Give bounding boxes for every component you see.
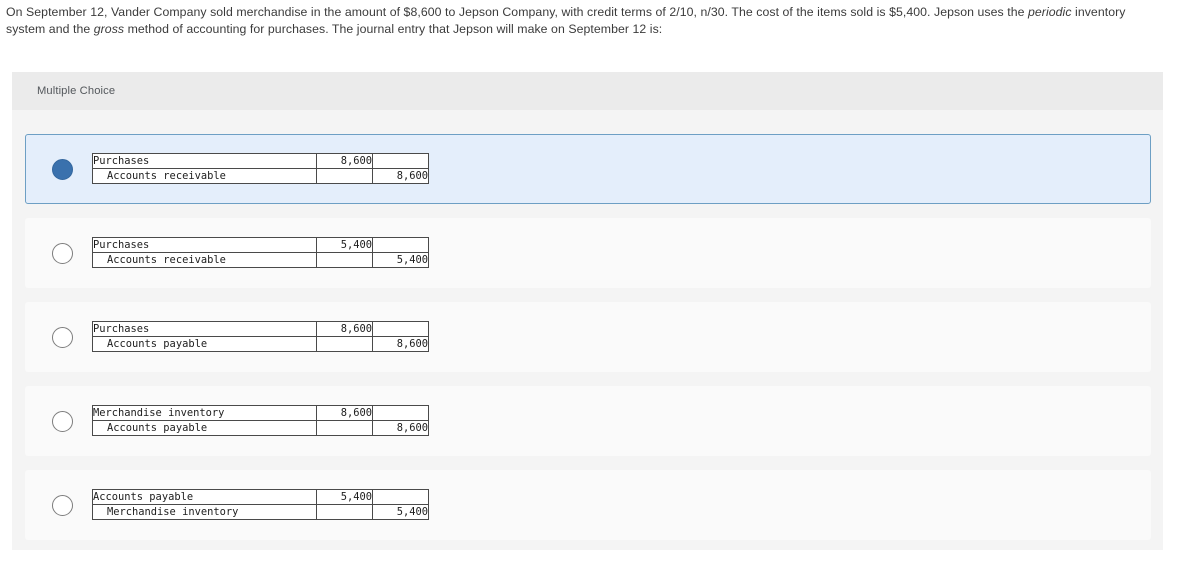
page-root: On September 12, Vander Company sold mer… bbox=[0, 0, 1200, 576]
journal-entry-table: Merchandise inventory 8,600 Accounts payab… bbox=[92, 405, 429, 436]
journal-entry-table: Accounts payable 5,400 Merchandise invento… bbox=[92, 489, 429, 520]
account-name-cell: Purchases bbox=[92, 237, 317, 253]
credit-amount-cell bbox=[372, 405, 429, 421]
answer-option[interactable]: Purchases 8,600 Accounts receivable 8,600 bbox=[25, 134, 1151, 204]
debit-amount-cell: 8,600 bbox=[316, 153, 373, 169]
debit-amount-cell bbox=[316, 504, 373, 520]
credit-amount-cell: 8,600 bbox=[372, 336, 429, 352]
debit-amount-cell: 5,400 bbox=[316, 237, 373, 253]
account-name-cell: Accounts payable bbox=[92, 420, 317, 436]
journal-entry-table: Purchases 8,600 Accounts payable 8,600 bbox=[92, 321, 429, 352]
journal-entry-row: Accounts payable 8,600 bbox=[92, 420, 429, 436]
answer-panel: Multiple Choice Purchases 8,600 Accounts r… bbox=[12, 72, 1163, 550]
account-name-cell: Accounts receivable bbox=[92, 252, 317, 268]
question-stem: On September 12, Vander Company sold mer… bbox=[6, 4, 1166, 37]
question-text-run: method of accounting for purchases. The … bbox=[124, 21, 663, 36]
credit-amount-cell bbox=[372, 321, 429, 337]
answer-options-list: Purchases 8,600 Accounts receivable 8,600 Pu… bbox=[25, 134, 1151, 554]
radio-button[interactable] bbox=[52, 326, 73, 348]
radio-button[interactable] bbox=[52, 242, 73, 264]
answer-option[interactable]: Purchases 8,600 Accounts payable 8,600 bbox=[25, 302, 1151, 372]
journal-entry-table: Purchases 8,600 Accounts receivable 8,600 bbox=[92, 153, 429, 184]
answer-option[interactable]: Purchases 5,400 Accounts receivable 5,400 bbox=[25, 218, 1151, 288]
answer-option[interactable]: Accounts payable 5,400 Merchandise invento… bbox=[25, 470, 1151, 540]
debit-amount-cell bbox=[316, 168, 373, 184]
account-name-cell: Merchandise inventory bbox=[92, 405, 317, 421]
question-emphasis: periodic bbox=[1027, 5, 1072, 19]
credit-amount-cell: 5,400 bbox=[372, 252, 429, 268]
journal-entry-row: Accounts receivable 8,600 bbox=[92, 168, 429, 184]
journal-entry-row: Merchandise inventory 5,400 bbox=[92, 504, 429, 520]
journal-entry-row: Merchandise inventory 8,600 bbox=[92, 405, 429, 421]
journal-entry-row: Accounts receivable 5,400 bbox=[92, 252, 429, 268]
account-name-cell: Merchandise inventory bbox=[92, 504, 317, 520]
credit-amount-cell: 8,600 bbox=[372, 168, 429, 184]
panel-header: Multiple Choice bbox=[12, 72, 1163, 110]
credit-amount-cell bbox=[372, 489, 429, 505]
debit-amount-cell bbox=[316, 336, 373, 352]
radio-button[interactable] bbox=[52, 410, 73, 432]
radio-button-selected[interactable] bbox=[52, 158, 73, 180]
journal-entry-row: Purchases 8,600 bbox=[92, 321, 429, 337]
debit-amount-cell: 8,600 bbox=[316, 405, 373, 421]
account-name-cell: Accounts payable bbox=[92, 336, 317, 352]
question-emphasis: gross bbox=[93, 21, 125, 36]
journal-entry-row: Accounts payable 5,400 bbox=[92, 489, 429, 505]
account-name-cell: Purchases bbox=[92, 153, 317, 169]
account-name-cell: Purchases bbox=[92, 321, 317, 337]
question-text-run: On September 12, Vander Company sold mer… bbox=[6, 5, 1028, 19]
question-type-label: Multiple Choice bbox=[37, 85, 116, 97]
journal-entry-table: Purchases 5,400 Accounts receivable 5,400 bbox=[92, 237, 429, 268]
credit-amount-cell: 8,600 bbox=[372, 420, 429, 436]
debit-amount-cell: 8,600 bbox=[316, 321, 373, 337]
journal-entry-row: Accounts payable 8,600 bbox=[92, 336, 429, 352]
answer-option[interactable]: Merchandise inventory 8,600 Accounts payab… bbox=[25, 386, 1151, 456]
radio-button[interactable] bbox=[52, 494, 73, 516]
debit-amount-cell bbox=[316, 420, 373, 436]
credit-amount-cell: 5,400 bbox=[372, 504, 429, 520]
credit-amount-cell bbox=[372, 237, 429, 253]
journal-entry-row: Purchases 5,400 bbox=[92, 237, 429, 253]
account-name-cell: Accounts receivable bbox=[92, 168, 317, 184]
debit-amount-cell bbox=[316, 252, 373, 268]
account-name-cell: Accounts payable bbox=[92, 489, 317, 505]
credit-amount-cell bbox=[372, 153, 429, 169]
journal-entry-row: Purchases 8,600 bbox=[92, 153, 429, 169]
debit-amount-cell: 5,400 bbox=[316, 489, 373, 505]
